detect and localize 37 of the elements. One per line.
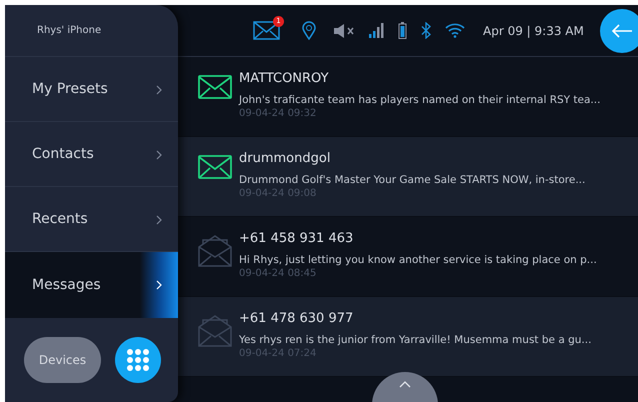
sidebar-item-label: Messages [32, 276, 101, 294]
chevron-right-icon [156, 150, 162, 160]
muted-speaker-icon[interactable] [333, 22, 355, 38]
message-preview: John's traficante team has players named on their internal RSY tea... [239, 93, 600, 107]
sidebar-item[interactable]: Messages [5, 252, 178, 318]
sidebar-item-label: Contacts [32, 144, 94, 164]
device-name: Rhys' iPhone [37, 24, 102, 38]
message-preview: Drummond Golf's Master Your Game Sale STARTS NOW, in-store... [239, 173, 586, 187]
message-row[interactable]: drummondgol Drummond Golf's Master Your Game Sale STARTS NOW, in-store... 09-04-24 09:08 [178, 137, 638, 217]
chevron-right-icon [156, 85, 162, 95]
location-pin-icon[interactable] [302, 21, 316, 40]
envelope-icon[interactable] [253, 21, 280, 40]
sender-name: MATTCONROY [239, 70, 330, 88]
battery-icon [398, 22, 407, 39]
chevron-right-icon [156, 215, 162, 225]
message-row[interactable]: +61 478 630 977 Yes rhys ren is the junior from Yarraville! Musemma must be a gu... 09-04-24 07:24 [178, 297, 638, 377]
sender-name: +61 458 931 463 [239, 230, 354, 248]
back-button[interactable] [600, 9, 638, 53]
message-time: 09-04-24 07:24 [239, 347, 318, 360]
apps-grid-button[interactable] [115, 337, 161, 383]
sender-name: +61 478 630 977 [239, 310, 354, 328]
message-time: 09-04-24 08:45 [239, 267, 318, 280]
chevron-up-icon [399, 381, 411, 388]
grid-icon [126, 348, 150, 372]
message-time: 09-04-24 09:08 [239, 187, 318, 200]
bluetooth-icon[interactable] [421, 22, 431, 39]
wifi-icon[interactable] [445, 23, 465, 38]
message-preview: Hi Rhys, just letting you know another service is taking place on p... [239, 253, 597, 267]
sidebar-item-label: My Presets [32, 80, 108, 98]
message-preview: Yes rhys ren is the junior from Yarraville! Musemma must be a gu... [239, 333, 592, 347]
date-time: Apr 09 | 9:33 AM [483, 22, 584, 40]
signal-icon [369, 23, 384, 38]
chevron-right-icon [156, 280, 162, 290]
sender-name: drummondgol [239, 150, 332, 168]
back-arrow-icon [611, 24, 633, 38]
sidebar-item-label: Recents [32, 210, 88, 228]
message-time: 09-04-24 09:32 [239, 107, 318, 120]
